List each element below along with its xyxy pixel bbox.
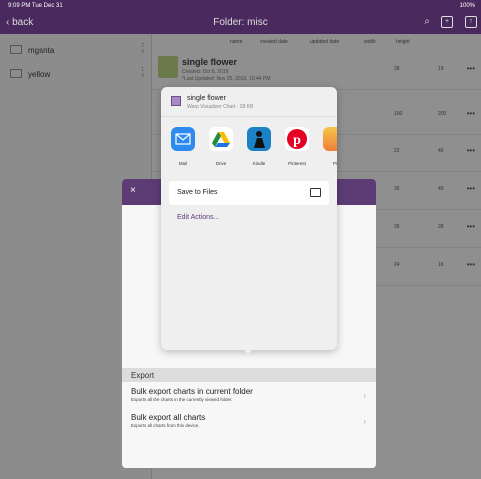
column-updated-date[interactable]: updated date	[310, 39, 339, 45]
chart-height: 28	[438, 224, 444, 230]
file-icon	[171, 96, 181, 106]
chart-width: 36	[394, 186, 400, 192]
export-item-desc: Exports all the charts in the currently …	[131, 397, 233, 402]
export-item-desc: Exports all charts from this device.	[131, 423, 200, 428]
close-icon[interactable]: ×	[130, 185, 136, 196]
app-label: Mail	[178, 161, 188, 166]
chart-updated: *Last Updated: Nov 25, 2019, 10:44 PM	[182, 76, 271, 82]
folder-icon	[10, 69, 22, 78]
share-app-drive[interactable]: Drive	[205, 127, 237, 173]
status-bar: 9:09 PM Tue Dec 31 100%	[0, 0, 481, 12]
column-headers: name created date updated date width hei…	[152, 34, 481, 48]
app-label: Pi	[332, 161, 337, 166]
new-folder-icon[interactable]: +	[441, 16, 453, 28]
search-icon[interactable]: ⌕	[421, 16, 433, 28]
folder-name: mgsnta	[28, 46, 55, 55]
svg-text:p: p	[293, 133, 301, 148]
chart-width: 28	[394, 66, 400, 72]
chart-width: 36	[394, 224, 400, 230]
page-title: Folder: misc	[213, 17, 268, 28]
battery-level: 100%	[459, 3, 475, 9]
chart-height: 46	[438, 148, 444, 154]
chart-height: 19	[438, 66, 444, 72]
chart-row[interactable]: single flower Created: Oct 6, 2019 *Last…	[152, 52, 481, 90]
kindle-icon	[247, 127, 271, 151]
popover-arrow	[242, 348, 254, 354]
column-created-date[interactable]: created date	[260, 39, 288, 45]
save-to-files-button[interactable]: Save to Files	[169, 181, 329, 205]
chart-thumbnail	[158, 56, 178, 78]
app-label: Drive	[215, 161, 227, 166]
folder-icon	[310, 188, 321, 197]
chart-height: 200	[438, 111, 447, 117]
export-item-title: Bulk export charts in current folder	[131, 387, 253, 396]
export-all-button[interactable]: Bulk export all charts Exports all chart…	[122, 410, 376, 434]
column-height[interactable]: height	[396, 39, 410, 45]
edit-actions-link[interactable]: Edit Actions...	[177, 214, 219, 221]
share-sheet: single flower Warp Visualizer Chart · 28…	[161, 87, 337, 350]
column-name[interactable]: name	[230, 39, 243, 45]
column-width[interactable]: width	[364, 39, 376, 45]
nav-bar: ‹ back Folder: misc ⌕ + ↑	[0, 12, 481, 34]
pinterest-icon: p	[285, 127, 309, 151]
folder-count: 10	[141, 67, 144, 79]
share-app-partial[interactable]: Pi	[319, 127, 337, 173]
export-item-title: Bulk export all charts	[131, 413, 206, 422]
share-file-meta: Warp Visualizer Chart · 28 KB	[187, 104, 254, 110]
more-icon[interactable]: •••	[467, 109, 475, 118]
export-section-label: Export	[122, 368, 376, 382]
more-icon[interactable]: •••	[467, 222, 475, 231]
status-time: 9:09 PM Tue Dec 31	[8, 3, 63, 9]
app-label: Pinterest	[288, 161, 306, 166]
mail-icon	[171, 127, 195, 151]
partial-app-icon	[323, 127, 337, 151]
share-app-row: Mail Drive Kindle p Pinterest Pi	[161, 127, 337, 173]
chevron-right-icon: ›	[363, 417, 366, 426]
app-label: Kindle	[252, 161, 266, 166]
folder-count: 20	[141, 43, 144, 55]
more-icon[interactable]: •••	[467, 146, 475, 155]
chart-height: 49	[438, 186, 444, 192]
share-app-pinterest[interactable]: p Pinterest	[281, 127, 313, 173]
more-icon[interactable]: •••	[467, 64, 475, 73]
share-app-kindle[interactable]: Kindle	[243, 127, 275, 173]
chart-width: 100	[394, 111, 403, 117]
chart-width: 24	[394, 262, 400, 268]
save-to-files-label: Save to Files	[177, 189, 218, 196]
chevron-right-icon: ›	[363, 391, 366, 400]
folder-item-yellow[interactable]: yellow 10	[0, 62, 152, 86]
folder-name: yellow	[28, 70, 51, 79]
folder-item-mgsnta[interactable]: mgsnta 20	[0, 38, 152, 62]
more-icon[interactable]: •••	[467, 184, 475, 193]
chart-name: single flower	[182, 57, 238, 67]
drive-icon	[209, 127, 233, 151]
chart-width: 22	[394, 148, 400, 154]
share-file-header: single flower Warp Visualizer Chart · 28…	[161, 87, 337, 117]
export-current-folder-button[interactable]: Bulk export charts in current folder Exp…	[122, 384, 376, 408]
share-file-name: single flower	[187, 95, 226, 102]
folder-icon	[10, 45, 22, 54]
chart-created: Created: Oct 6, 2019	[182, 69, 229, 75]
export-icon[interactable]: ↑	[465, 16, 477, 28]
chart-height: 16	[438, 262, 444, 268]
more-icon[interactable]: •••	[467, 260, 475, 269]
share-app-mail[interactable]: Mail	[167, 127, 199, 173]
